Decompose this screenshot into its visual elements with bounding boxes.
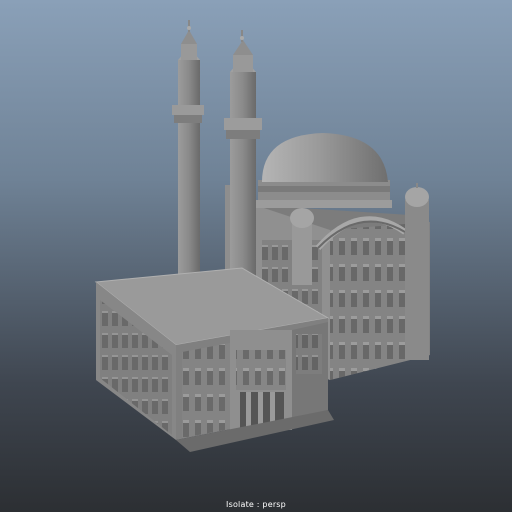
- dome: [256, 133, 392, 208]
- mosque-model[interactable]: [0, 0, 512, 512]
- camera-label: Isolate : persp: [226, 500, 286, 509]
- minaret-left: [172, 20, 204, 275]
- maya-viewport[interactable]: Isolate : persp: [0, 0, 512, 512]
